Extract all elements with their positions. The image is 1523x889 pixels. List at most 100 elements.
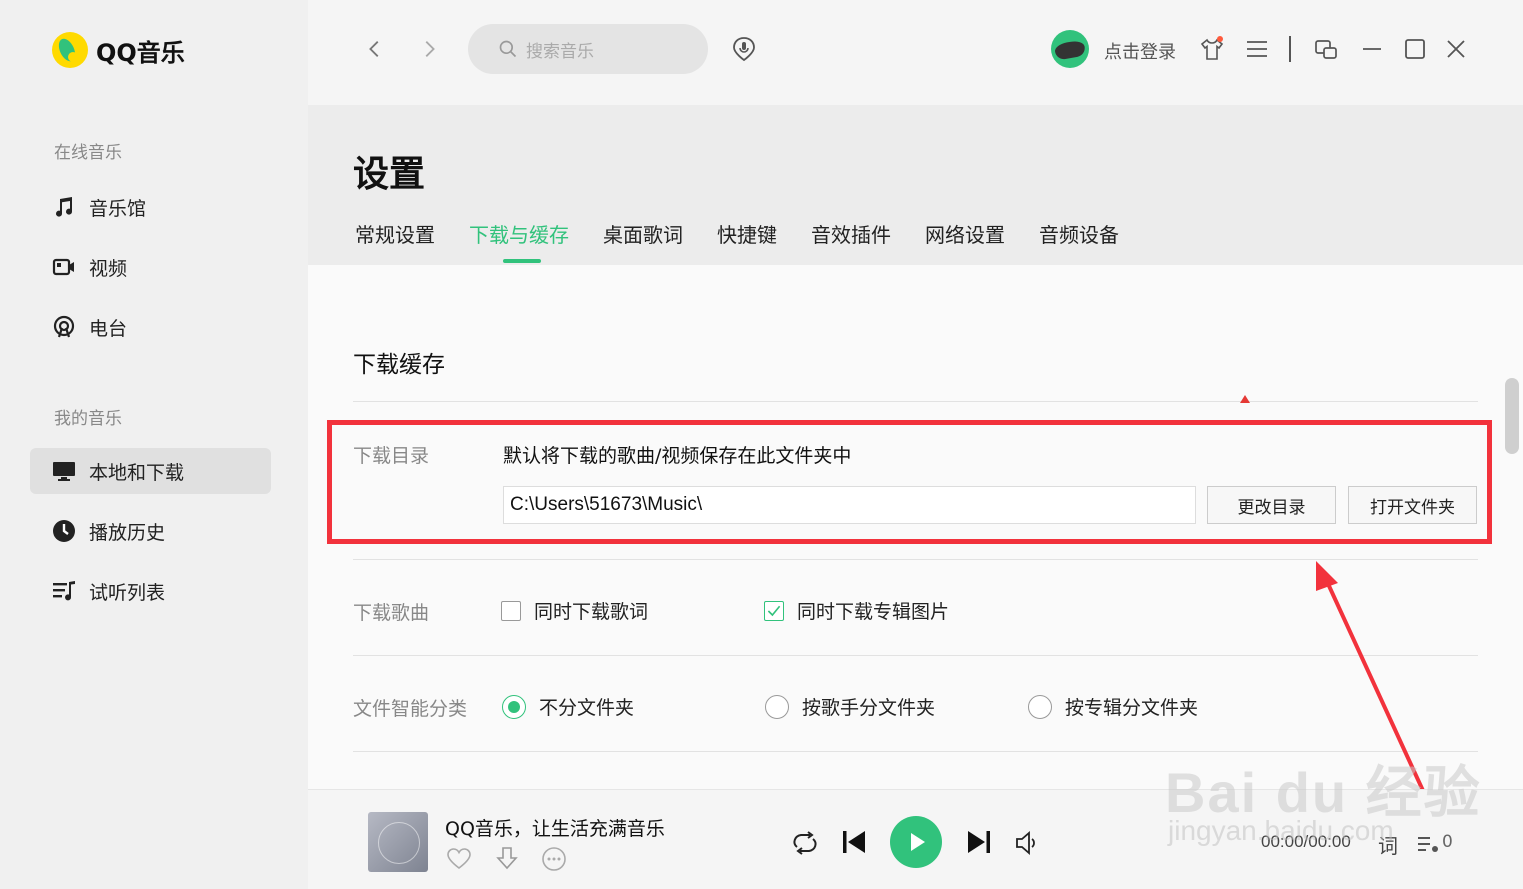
mic-pin-icon [733,37,755,62]
option-label: 同时下载歌词 [534,601,649,623]
tab-shortcuts[interactable]: 快捷键 [717,219,777,248]
download-lyrics-checkbox[interactable] [501,600,521,621]
smart-classify-label: 文件智能分类 [353,698,468,720]
download-icon [496,847,518,870]
sidebar-item-label: 本地和下载 [89,461,185,484]
sidebar-item-play-history[interactable]: 播放历史 [30,508,271,554]
login-link[interactable]: 点击登录 [1104,38,1176,64]
settings-tabs: 常规设置 下载与缓存 桌面歌词 快捷键 音效插件 网络设置 音频设备 [355,219,1153,263]
divider [353,401,1478,402]
classify-none-option[interactable]: 不分文件夹 [502,693,634,720]
tab-audio-device[interactable]: 音频设备 [1039,219,1119,248]
play-icon [911,833,925,851]
loop-icon [793,831,817,855]
like-button[interactable] [446,846,472,872]
download-button[interactable] [494,846,520,872]
maximize-icon [1405,39,1425,59]
download-lyrics-option[interactable]: 同时下载歌词 [501,597,648,624]
radio-icon [52,315,76,339]
close-button[interactable] [1442,34,1470,64]
scrollbar-thumb[interactable] [1505,378,1519,454]
settings-header: 设置 常规设置 下载与缓存 桌面歌词 快捷键 音效插件 网络设置 音频设备 [308,105,1523,265]
tab-network[interactable]: 网络设置 [925,219,1005,248]
more-button[interactable] [541,846,567,872]
radio-button[interactable] [1028,694,1052,719]
red-caret-icon [1240,395,1250,403]
option-label: 不分文件夹 [539,697,635,719]
playlist-icon [52,579,76,603]
play-button[interactable] [890,816,942,868]
sidebar-item-radio[interactable]: 电台 [30,304,271,350]
sidebar-item-video[interactable]: 视频 [30,244,271,290]
close-icon [1447,40,1465,58]
download-songs-label: 下载歌曲 [353,602,430,624]
previous-button[interactable] [840,828,868,856]
monitor-icon [52,459,76,483]
search-icon [499,40,517,58]
sidebar-item-label: 播放历史 [89,521,166,544]
sidebar-item-label: 试听列表 [89,581,166,604]
minimize-icon [1363,48,1381,50]
radio-button[interactable] [765,694,789,719]
classify-by-album-option[interactable]: 按专辑分文件夹 [1028,693,1198,720]
search-placeholder: 搜索音乐 [526,41,594,62]
next-icon [968,831,990,853]
radio-button[interactable] [502,694,526,719]
download-cover-option[interactable]: 同时下载专辑图片 [764,597,949,624]
app-logo[interactable]: QQ音乐 [52,32,185,68]
chevron-right-icon [425,41,435,57]
check-icon [767,605,781,616]
video-icon [52,255,76,279]
voice-search-button[interactable] [730,34,758,64]
main-menu-button[interactable] [1243,34,1271,64]
forward-button[interactable] [417,36,441,62]
next-button[interactable] [965,828,993,856]
section-my-music: 我的音乐 [54,409,122,429]
heart-icon [447,848,471,870]
skin-button[interactable] [1198,34,1226,64]
option-label: 按专辑分文件夹 [1065,697,1199,719]
volume-button[interactable] [1014,830,1040,856]
queue-icon [1418,837,1438,852]
song-title: QQ音乐，让生活充满音乐 [445,818,665,840]
highlight-annotation-box [327,420,1492,544]
avatar[interactable] [1051,30,1089,68]
settings-content: 下载缓存 下载目录 默认将下载的歌曲/视频保存在此文件夹中 C:\Users\5… [308,265,1523,820]
divider [353,559,1478,560]
tab-desktop-lyrics[interactable]: 桌面歌词 [603,219,683,248]
previous-icon [843,831,865,853]
tab-sound-plugins[interactable]: 音效插件 [811,219,891,248]
top-bar: 搜索音乐 点击登录 [308,0,1523,105]
mini-mode-button[interactable] [1312,34,1340,64]
option-label: 同时下载专辑图片 [797,601,950,623]
section-online-music: 在线音乐 [54,143,122,163]
sidebar-item-label: 音乐馆 [89,197,147,220]
tab-general[interactable]: 常规设置 [355,219,435,248]
tab-download-cache[interactable]: 下载与缓存 [469,219,569,263]
clock-icon [52,519,76,543]
maximize-button[interactable] [1401,34,1429,64]
search-input[interactable]: 搜索音乐 [468,24,708,74]
sidebar-item-label: 电台 [89,317,128,340]
toolbar-divider [1289,36,1291,62]
watermark-url: jingyan.baidu.com [1168,815,1394,846]
app-name: QQ音乐 [96,38,185,67]
sidebar-item-label: 视频 [89,257,128,280]
sidebar: QQ音乐 在线音乐 音乐馆 视频 电台 我的音乐 本地和下载 播放历史 试听列表 [0,0,308,889]
playlist-button[interactable] [1416,834,1440,854]
page-title: 设置 [353,154,426,195]
loop-mode-button[interactable] [791,830,819,856]
sidebar-item-local-download[interactable]: 本地和下载 [30,448,271,494]
more-icon [542,847,566,871]
album-cover[interactable] [368,812,428,872]
classify-by-artist-option[interactable]: 按歌手分文件夹 [765,693,935,720]
sidebar-item-preview-list[interactable]: 试听列表 [30,568,271,614]
speaker-icon [1016,831,1035,855]
minimize-button[interactable] [1358,34,1386,64]
menu-icon [1247,41,1267,57]
sidebar-item-music-hall[interactable]: 音乐馆 [30,184,271,230]
back-button[interactable] [363,36,387,62]
download-cover-checkbox[interactable] [764,600,784,621]
playlist-count: 0 [1442,832,1453,852]
music-note-icon [52,195,76,219]
